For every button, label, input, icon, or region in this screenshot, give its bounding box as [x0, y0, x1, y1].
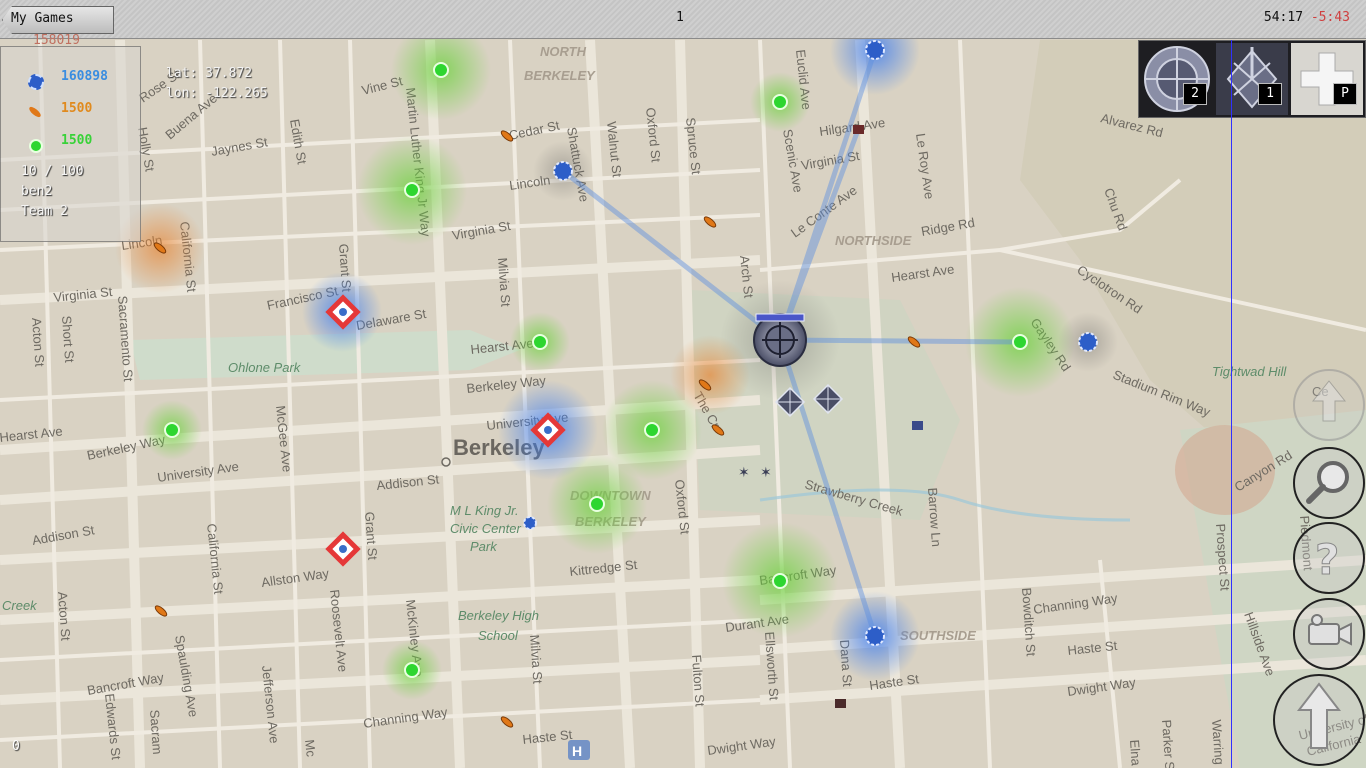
connector-unit-count: P [1333, 83, 1357, 105]
game-timer: 54:17 -5:43 [1264, 10, 1350, 25]
crate-unit-icon [835, 699, 846, 708]
player-team: Team 2 [21, 204, 68, 219]
green-orb-icon [433, 62, 449, 78]
move-up-button[interactable] [1273, 674, 1365, 766]
green-orb-icon [404, 182, 420, 198]
svg-text:Sacram: Sacram [147, 709, 165, 755]
green-orb-icon [532, 334, 548, 350]
svg-text:NORTH: NORTH [540, 44, 587, 59]
my-games-button[interactable]: My Games [2, 6, 114, 34]
turret-unit-button[interactable]: 2 [1141, 43, 1213, 115]
compass-button[interactable] [1293, 369, 1365, 441]
boundary-line [1231, 40, 1232, 768]
svg-text:H: H [572, 743, 582, 759]
svg-text:School: School [478, 628, 519, 643]
svg-text:Elna St: Elna St [1127, 739, 1145, 768]
player-name: ben2 [21, 184, 53, 199]
blue-gear-icon [1078, 332, 1098, 352]
longitude-readout: lon: -122.265 [166, 86, 268, 101]
svg-text:?: ? [1315, 535, 1339, 584]
player-score: 158019 [33, 33, 80, 48]
blue-gear-icon [865, 626, 885, 646]
camera-button[interactable] [1293, 598, 1365, 670]
moves-counter: 10 / 100 [21, 164, 84, 179]
green-orb-icon [1012, 334, 1028, 350]
blue-gear-icon [28, 74, 44, 90]
connector-unit-button[interactable]: P [1291, 43, 1363, 115]
green-orb-icon [404, 662, 420, 678]
bottom-left-counter: 0 [12, 739, 20, 754]
my-games-label: My Games [11, 11, 74, 26]
help-icon: ? [1315, 535, 1340, 585]
blue-gear-icon [865, 40, 885, 60]
orange-shell-icon [27, 105, 43, 119]
help-button[interactable]: ? [1293, 522, 1365, 594]
green-orb-icon [772, 94, 788, 110]
green-orb-icon [772, 573, 788, 589]
svg-text:Berkeley High: Berkeley High [458, 608, 539, 623]
zoom-icon [1306, 461, 1349, 504]
zoom-button[interactable] [1293, 447, 1365, 519]
latitude-readout: lat: 37.872 [166, 66, 253, 81]
green-orb-icon [589, 496, 605, 512]
svg-text:Ohlone Park: Ohlone Park [228, 360, 302, 375]
home-base-turret-icon [753, 313, 807, 367]
timer-main: 54:17 [1263, 10, 1304, 25]
svg-text:Mc: Mc [302, 739, 319, 758]
blue-gear-icon [553, 161, 573, 181]
svg-text:Tightwad Hill: Tightwad Hill [1212, 364, 1287, 379]
tank-unit-count: 1 [1258, 83, 1282, 105]
svg-text:Creek: Creek [2, 598, 38, 613]
svg-text:NORTHSIDE: NORTHSIDE [835, 233, 912, 248]
timer-negative: -5:43 [1310, 10, 1350, 25]
blue-gear-icon [523, 516, 537, 530]
svg-text:Park: Park [470, 539, 498, 554]
move-up-icon [1296, 682, 1342, 749]
turret-unit-count: 2 [1183, 83, 1207, 105]
unit-toolbar: 2 1 P [1138, 40, 1366, 118]
top-bar: My Games 1 54:17 -5:43 [0, 0, 1366, 39]
crate-unit-icon [853, 125, 864, 134]
svg-text:BERKELEY: BERKELEY [524, 68, 596, 83]
svg-text:Warring St: Warring St [1209, 719, 1228, 768]
tank-unit-button[interactable]: 1 [1216, 43, 1288, 115]
green-orb-icon [164, 422, 180, 438]
crate-unit-icon [912, 421, 923, 430]
spider-unit-icon: ✶ [738, 465, 750, 481]
compass-icon [1311, 380, 1347, 422]
camera-icon [1308, 614, 1352, 646]
svg-text:M L King Jr.: M L King Jr. [450, 503, 519, 518]
player-info-panel: 160898 1500 1500 10 / 100 ben2 Team 2 [0, 46, 141, 242]
turn-counter: 1 [676, 10, 684, 25]
svg-text:Civic Center: Civic Center [450, 521, 521, 536]
green-orb-icon [644, 422, 660, 438]
green-orb-icon [29, 139, 43, 153]
spider-unit-icon: ✶ [760, 465, 772, 481]
